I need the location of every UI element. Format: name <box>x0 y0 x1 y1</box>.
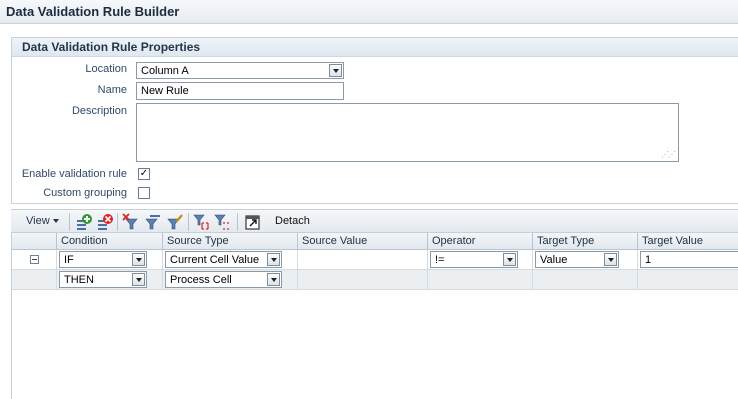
grid-cell: 1 <box>638 250 738 270</box>
grid-header-source-value[interactable]: Source Value <box>298 233 428 250</box>
target-value: 1 <box>645 254 652 266</box>
grid-header-condition[interactable]: Condition <box>57 233 163 250</box>
target-type-cell[interactable] <box>533 270 638 290</box>
toolbar-separator <box>69 213 70 231</box>
condition-select[interactable]: THEN <box>59 271 147 288</box>
custom-grouping-checkbox[interactable] <box>138 187 150 199</box>
grid-header-label: Source Value <box>302 235 368 247</box>
toolbar-separator <box>237 213 238 231</box>
delete-condition-icon[interactable] <box>96 213 114 231</box>
target-value-input[interactable]: 1 <box>640 251 738 268</box>
toolbar-separator <box>117 213 118 231</box>
grid-header-label: Target Type <box>537 235 595 247</box>
resize-grip-icon[interactable]: ⋰⋰ <box>661 151 676 159</box>
grid-header-label: Condition <box>61 235 108 247</box>
conditions-toolbar: View Detach <box>11 209 738 233</box>
chevron-down-icon[interactable] <box>267 253 280 266</box>
enable-rule-checkbox[interactable]: ✓ <box>138 168 150 180</box>
edit-filter-icon[interactable] <box>166 213 184 231</box>
filter-ungroup-icon[interactable] <box>214 213 232 231</box>
source-type-select[interactable]: Process Cell <box>165 271 282 288</box>
view-menu[interactable]: View <box>26 215 59 227</box>
detach-icon[interactable] <box>244 213 262 231</box>
grid-header-source-type[interactable]: Source Type <box>163 233 298 250</box>
remove-filter-icon[interactable] <box>122 213 140 231</box>
name-input[interactable]: New Rule <box>136 82 344 100</box>
chevron-down-icon[interactable] <box>267 273 280 286</box>
toolbar-separator <box>188 213 189 231</box>
custom-grouping-label: Custom grouping <box>43 187 127 199</box>
properties-panel-header: Data Validation Rule Properties <box>12 38 738 57</box>
target-type-value: Value <box>540 254 568 266</box>
chevron-down-icon <box>52 219 59 224</box>
grid-cell: Process Cell <box>163 270 298 290</box>
grid-header-target-value[interactable]: Target Value <box>638 233 738 250</box>
collapse-icon[interactable] <box>30 255 39 264</box>
operator-cell[interactable] <box>428 270 533 290</box>
condition-value: THEN <box>64 274 94 286</box>
location-value: Column A <box>141 65 189 77</box>
description-label: Description <box>71 105 127 117</box>
grid-cell: Current Cell Value <box>163 250 298 270</box>
filter-icon[interactable] <box>144 213 162 231</box>
grid-header-operator[interactable]: Operator <box>428 233 533 250</box>
grid-header-label: Target Value <box>642 235 703 247</box>
location-label: Location <box>85 63 127 75</box>
window-title: Data Validation Rule Builder <box>6 4 180 19</box>
chevron-down-icon[interactable] <box>604 253 617 266</box>
target-value-cell[interactable] <box>638 270 738 290</box>
grid-header-expander <box>12 233 57 250</box>
enable-rule-label: Enable validation rule <box>21 168 127 180</box>
source-type-value: Current Cell Value <box>170 254 260 266</box>
grid-cell: IF <box>57 250 163 270</box>
condition-select[interactable]: IF <box>59 251 147 268</box>
source-type-select[interactable]: Current Cell Value <box>165 251 282 268</box>
operator-select[interactable]: != <box>430 251 518 268</box>
view-menu-label: View <box>26 215 50 227</box>
grid-cell: != <box>428 250 533 270</box>
chevron-down-icon[interactable] <box>132 273 145 286</box>
add-condition-icon[interactable] <box>75 213 93 231</box>
chevron-down-icon[interactable] <box>329 64 342 77</box>
grid-cell: Value <box>533 250 638 270</box>
grid-header-label: Source Type <box>167 235 229 247</box>
source-type-value: Process Cell <box>170 274 232 286</box>
table-row <box>12 250 57 270</box>
filter-group-icon[interactable] <box>193 213 211 231</box>
grid-cell: THEN <box>57 270 163 290</box>
conditions-grid: Condition Source Type Source Value Opera… <box>11 233 738 399</box>
condition-value: IF <box>64 254 74 266</box>
location-select[interactable]: Column A <box>136 62 344 79</box>
detach-button[interactable]: Detach <box>275 215 310 227</box>
properties-panel-title: Data Validation Rule Properties <box>22 40 201 54</box>
grid-header-target-type[interactable]: Target Type <box>533 233 638 250</box>
chevron-down-icon[interactable] <box>132 253 145 266</box>
description-textarea[interactable]: ⋰⋰ <box>136 103 679 162</box>
table-row <box>12 270 57 290</box>
chevron-down-icon[interactable] <box>503 253 516 266</box>
source-value-cell[interactable] <box>298 250 428 270</box>
name-value: New Rule <box>141 85 189 97</box>
properties-panel: Data Validation Rule Properties Location… <box>11 37 738 204</box>
operator-value: != <box>435 254 445 266</box>
window-titlebar: Data Validation Rule Builder <box>0 0 738 24</box>
target-type-select[interactable]: Value <box>535 251 619 268</box>
grid-header-label: Operator <box>432 235 476 247</box>
name-label: Name <box>97 84 127 96</box>
source-value-cell[interactable] <box>298 270 428 290</box>
